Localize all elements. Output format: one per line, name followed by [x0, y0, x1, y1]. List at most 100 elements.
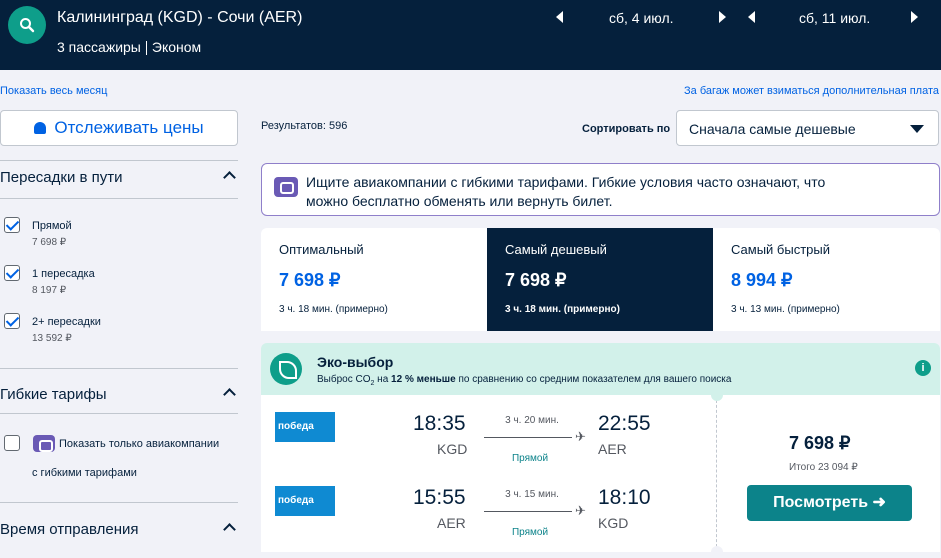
chevron-up-icon — [223, 388, 236, 401]
stops-filter-header[interactable]: Пересадки в пути — [0, 169, 238, 186]
tab-price: 7 698 ₽ — [279, 270, 341, 290]
stops-one-checkbox[interactable] — [4, 265, 20, 281]
search-button[interactable] — [8, 6, 46, 44]
eco-title: Эко-выбор — [317, 354, 394, 370]
results-count: Результатов: 596 — [261, 120, 348, 132]
departure-filter-title: Время отправления — [0, 521, 139, 538]
tab-name: Оптимальный — [279, 242, 364, 257]
leaf-icon — [270, 353, 302, 385]
stops-two-plus-label: 2+ пересадки — [32, 316, 101, 328]
info-icon[interactable]: i — [915, 360, 931, 376]
bell-icon — [34, 122, 47, 134]
track-prices-button[interactable]: Отслеживать цены — [0, 110, 238, 146]
outbound-duration: 3 ч. 20 мин. — [505, 415, 559, 426]
tab-fastest[interactable]: Самый быстрый 8 994 ₽ 3 ч. 13 мин. (прим… — [713, 228, 940, 331]
tab-duration: 3 ч. 18 мин. (примерно) — [279, 304, 388, 315]
chevron-up-icon — [223, 523, 236, 536]
separator — [145, 41, 147, 56]
outbound-route-line — [484, 437, 572, 438]
prev-return-date-button[interactable] — [748, 11, 755, 23]
flexible-filter-title: Гибкие тарифы — [0, 386, 107, 403]
inbound-duration: 3 ч. 15 мин. — [505, 489, 559, 500]
outbound-stops: Прямой — [511, 453, 549, 464]
divider — [0, 413, 238, 414]
flexible-fare-icon — [33, 435, 55, 452]
flexible-only-checkbox[interactable] — [4, 435, 20, 451]
flexible-fare-icon — [274, 177, 298, 197]
stops-direct-label: Прямой — [32, 220, 72, 232]
cabin-class: Эконом — [151, 39, 202, 55]
flexible-filter-header[interactable]: Гибкие тарифы — [0, 386, 238, 403]
plane-icon: ✈ — [575, 429, 586, 444]
next-return-date-button[interactable] — [911, 11, 918, 23]
outbound-dep-code: KGD — [437, 441, 468, 457]
stops-direct-checkbox[interactable] — [4, 217, 20, 233]
sort-label: Сортировать по — [582, 123, 671, 135]
flight-total: Итого 23 094 ₽ — [789, 462, 858, 473]
inbound-route-line — [484, 511, 572, 512]
divider — [0, 502, 238, 503]
stops-filter-title: Пересадки в пути — [0, 169, 123, 186]
notice-line-2: можно бесплатно обменять или вернуть бил… — [306, 193, 613, 209]
stops-two-plus-checkbox[interactable] — [4, 313, 20, 329]
return-date[interactable]: сб, 11 июл. — [799, 10, 870, 26]
flexible-fares-notice: Ищите авиакомпании с гибкими тарифами. Г… — [261, 163, 940, 216]
ticket-notch — [711, 389, 723, 401]
tab-duration: 3 ч. 18 мин. (примерно) — [505, 304, 620, 315]
inbound-dep-time: 15:55 — [413, 486, 466, 509]
airline-logo: победа — [275, 412, 335, 442]
show-month-link[interactable]: Показать весь месяц — [0, 85, 107, 97]
next-depart-date-button[interactable] — [719, 11, 726, 23]
outbound-dep-time: 18:35 — [413, 412, 466, 435]
outbound-arr-code: AER — [598, 441, 627, 457]
depart-date[interactable]: сб, 4 июл. — [609, 10, 674, 26]
inbound-arr-time: 18:10 — [598, 486, 651, 509]
eco-text-bold: 12 % меньше — [391, 374, 456, 385]
stops-one-label: 1 пересадка — [32, 268, 95, 280]
sort-tabs: Оптимальный 7 698 ₽ 3 ч. 18 мин. (пример… — [261, 228, 940, 331]
view-flight-button[interactable]: Посмотреть ➜ — [747, 485, 912, 521]
divider — [0, 160, 238, 161]
airline-logo: победа — [275, 486, 335, 516]
baggage-fee-link[interactable]: За багаж может взиматься дополнительная … — [684, 85, 939, 97]
eco-text: Выброс CO2 на 12 % меньше по сравнению с… — [317, 374, 731, 387]
flexible-only-label-2: с гибкими тарифами — [32, 467, 137, 479]
flight-card[interactable]: победа 18:35 KGD 3 ч. 20 мин. ✈ Прямой 2… — [261, 389, 940, 558]
tab-name: Самый быстрый — [731, 242, 830, 257]
search-header: Калининград (KGD) - Сочи (AER) 3 пассажи… — [0, 0, 941, 70]
tab-cheapest[interactable]: Самый дешевый 7 698 ₽ 3 ч. 18 мин. (прим… — [487, 228, 713, 331]
plane-icon: ✈ — [575, 503, 586, 518]
ticket-divider — [716, 395, 717, 552]
departure-filter-header[interactable]: Время отправления — [0, 521, 238, 538]
tab-price: 7 698 ₽ — [505, 270, 567, 290]
eco-choice-banner: Эко-выбор Выброс CO2 на 12 % меньше по с… — [261, 343, 940, 395]
flight-price: 7 698 ₽ — [789, 433, 851, 453]
inbound-stops: Прямой — [511, 527, 549, 538]
ticket-notch — [711, 546, 723, 558]
divider — [0, 368, 238, 369]
sort-select[interactable]: Сначала самые дешевые — [676, 110, 939, 146]
caret-down-icon — [910, 125, 924, 133]
tab-price: 8 994 ₽ — [731, 270, 793, 290]
tab-best[interactable]: Оптимальный 7 698 ₽ 3 ч. 18 мин. (пример… — [261, 228, 487, 331]
route-title[interactable]: Калининград (KGD) - Сочи (AER) — [57, 9, 302, 27]
tab-name: Самый дешевый — [505, 242, 607, 257]
tab-duration: 3 ч. 13 мин. (примерно) — [731, 304, 840, 315]
stops-two-plus-price: 13 592 ₽ — [32, 333, 72, 344]
stops-direct-price: 7 698 ₽ — [32, 237, 67, 248]
flexible-only-label: Показать только авиакомпании — [59, 438, 220, 450]
eco-text-mid: на — [374, 374, 392, 385]
passengers-count: 3 пассажиры — [57, 39, 141, 55]
track-prices-label: Отслеживать цены — [54, 118, 204, 137]
passengers-cabin[interactable]: 3 пассажиры Эконом — [57, 39, 202, 56]
outbound-arr-time: 22:55 — [598, 412, 651, 435]
inbound-dep-code: AER — [437, 515, 466, 531]
eco-text-pre: Выброс CO — [317, 374, 371, 385]
inbound-arr-code: KGD — [598, 515, 629, 531]
sort-value: Сначала самые дешевые — [689, 121, 856, 137]
prev-depart-date-button[interactable] — [556, 11, 563, 23]
search-icon — [20, 18, 35, 33]
divider — [0, 198, 238, 199]
notice-line-1: Ищите авиакомпании с гибкими тарифами. Г… — [306, 174, 826, 190]
eco-text-post: по сравнению со средним показателем для … — [455, 374, 732, 385]
